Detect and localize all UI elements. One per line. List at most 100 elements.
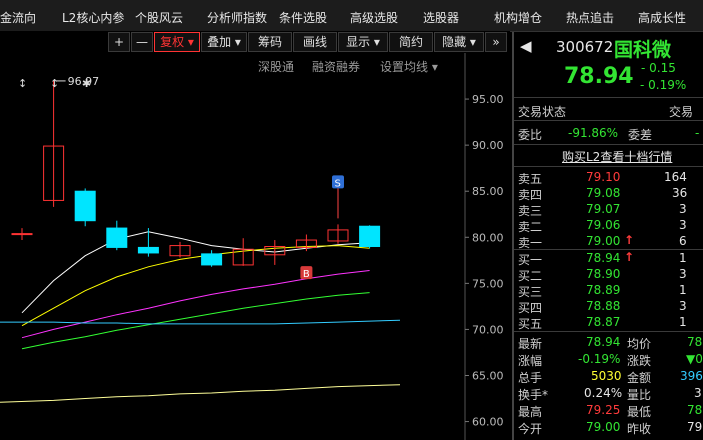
stat-volume-label: 总手 xyxy=(518,371,543,385)
stock-name[interactable]: 国科微 xyxy=(614,35,671,62)
menu-item-hotspot[interactable]: 热点追击 xyxy=(566,9,614,26)
sell5-vol: 164 xyxy=(664,170,687,184)
stat-volume-value: 5030 xyxy=(591,369,622,383)
simple-mode-button[interactable]: 简约 xyxy=(389,32,433,52)
candle-body xyxy=(201,253,223,266)
overlay-button[interactable]: 叠加 ▾ xyxy=(201,32,247,52)
stat-avg-value: 78 xyxy=(687,335,703,349)
stat-chgpct-label: 涨幅 xyxy=(518,354,543,368)
divider xyxy=(514,97,703,98)
ma-line-ma5 xyxy=(21,231,370,314)
candle-body xyxy=(74,190,96,222)
last-price: 78.94 xyxy=(564,64,634,89)
ma-line-ma20 xyxy=(21,270,370,339)
stat-amount-value: 396 xyxy=(680,369,703,383)
menu-item-fund-flow[interactable]: 金流向 xyxy=(0,9,36,26)
price-tick-label: 85.00 xyxy=(472,185,504,198)
menu-item-condition-pick[interactable]: 条件选股 xyxy=(279,9,327,26)
ma-line-ma30 xyxy=(21,292,370,350)
quote-panel: ◀ 300672 国科微 78.94 - 0.15 - 0.19% 交易状态 交… xyxy=(514,32,703,440)
hide-button[interactable]: 隐藏 ▾ xyxy=(434,32,484,52)
ma-line-ma10 xyxy=(21,245,370,327)
stat-amount-label: 金额 xyxy=(627,371,652,385)
price-change: - 0.15 xyxy=(641,61,676,75)
event-marker-icon: ✱ xyxy=(82,77,91,90)
menu-item-high-growth[interactable]: 高成长性 xyxy=(638,9,686,26)
chip-distribution-button[interactable]: 筹码 xyxy=(248,32,292,52)
stat-prevclose-value: 79 xyxy=(687,420,703,434)
buy4-price[interactable]: 78.88 xyxy=(586,299,620,313)
stat-open-label: 今开 xyxy=(518,422,543,436)
weibi-value: -91.86% xyxy=(568,126,619,140)
candle-body xyxy=(137,246,159,254)
menu-item-analyst-index[interactable]: 分析师指数 xyxy=(207,9,267,26)
price-tick-label: 70.00 xyxy=(472,323,504,336)
buy-l2-link[interactable]: 购买L2查看十档行情 xyxy=(562,148,672,165)
expand-icon[interactable]: » xyxy=(485,32,507,52)
event-marker-icon: ↕ xyxy=(50,77,59,90)
stat-latest-value: 78.94 xyxy=(586,335,621,349)
kline-chart[interactable]: 60.00 65.00 70.00 75.00 80.00 85.00 90.00 95.00… xyxy=(0,53,512,440)
chevron-down-icon: ▾ xyxy=(469,35,476,49)
menu-item-l2-insider[interactable]: L2核心内参 xyxy=(62,9,124,26)
restore-rights-button[interactable]: 复权 ▾ xyxy=(154,32,200,52)
sell1-price[interactable]: 79.00 xyxy=(586,234,620,248)
buy1-price[interactable]: 78.94 xyxy=(586,251,620,265)
menu-item-institution[interactable]: 机构增仓 xyxy=(494,9,542,26)
ma-line-ma60 xyxy=(0,319,401,325)
display-button[interactable]: 显示 ▾ xyxy=(338,32,388,52)
price-tick-label: 65.00 xyxy=(472,370,504,383)
sell3-price[interactable]: 79.07 xyxy=(586,202,620,216)
ma-line-ma120 xyxy=(0,384,401,403)
sell2-vol: 3 xyxy=(679,218,687,232)
signal-label-s: S xyxy=(335,178,341,189)
stat-latest-label: 最新 xyxy=(518,337,543,351)
stat-chg-value: ▼0 xyxy=(686,352,703,366)
sell5-price[interactable]: 79.10 xyxy=(586,170,620,184)
sell4-price[interactable]: 79.08 xyxy=(586,186,620,200)
sell3-label: 卖三 xyxy=(518,204,543,218)
signal-label-b: B xyxy=(303,269,310,280)
sell2-label: 卖二 xyxy=(518,220,543,234)
menu-item-advanced-pick[interactable]: 高级选股 xyxy=(350,9,398,26)
buy3-vol: 1 xyxy=(679,283,687,297)
buy4-vol: 3 xyxy=(679,299,687,313)
stat-turnover-value: 0.24% xyxy=(584,386,623,400)
up-arrow-icon: ↑ xyxy=(624,233,635,247)
stat-chgpct-value: -0.19% xyxy=(578,352,621,366)
candle-body xyxy=(11,233,33,236)
menu-item-stock-news[interactable]: 个股风云 xyxy=(135,9,183,26)
stat-high-label: 最高 xyxy=(518,405,543,419)
candle-body xyxy=(359,225,381,248)
hide-label: 隐藏 xyxy=(442,35,467,49)
buy4-label: 买四 xyxy=(518,301,543,315)
price-tick-label: 80.00 xyxy=(472,231,504,244)
sell4-label: 卖四 xyxy=(518,188,543,202)
stat-high-value: 79.25 xyxy=(586,403,621,417)
draw-line-button[interactable]: 画线 xyxy=(293,32,337,52)
collapse-panel-icon[interactable]: ◀ xyxy=(520,37,532,55)
price-tick-label: 90.00 xyxy=(472,139,504,152)
buy2-price[interactable]: 78.90 xyxy=(586,267,620,281)
stat-prevclose-label: 昨收 xyxy=(627,422,652,436)
chart-toolbar: + — 复权 ▾ 叠加 ▾ 筹码 画线 显示 ▾ 简约 隐藏 ▾ » xyxy=(0,31,510,53)
buy5-price[interactable]: 78.87 xyxy=(586,315,620,329)
stat-low-value: 78 xyxy=(687,403,703,417)
buy3-price[interactable]: 78.89 xyxy=(586,283,620,297)
divider xyxy=(514,120,703,121)
buy1-label: 买一 xyxy=(518,253,543,267)
stat-volratio-label: 量比 xyxy=(627,388,652,402)
sell3-vol: 3 xyxy=(679,202,687,216)
kline-chart-area[interactable]: 60.00 65.00 70.00 75.00 80.00 85.00 90.00 95.00… xyxy=(0,53,512,440)
weibi-label: 委比 xyxy=(518,128,543,142)
weicha-value: - xyxy=(695,126,700,140)
stat-low-label: 最低 xyxy=(627,405,652,419)
stat-avg-label: 均价 xyxy=(627,337,652,351)
menu-item-stock-picker[interactable]: 选股器 xyxy=(423,9,459,26)
price-tick-label: 95.00 xyxy=(472,93,504,106)
zoom-in-button[interactable]: + xyxy=(108,32,130,52)
stock-code: 300672 xyxy=(556,38,614,56)
zoom-out-button[interactable]: — xyxy=(131,32,153,52)
sell2-price[interactable]: 79.06 xyxy=(586,218,620,232)
price-tick-label: 60.00 xyxy=(472,416,504,429)
